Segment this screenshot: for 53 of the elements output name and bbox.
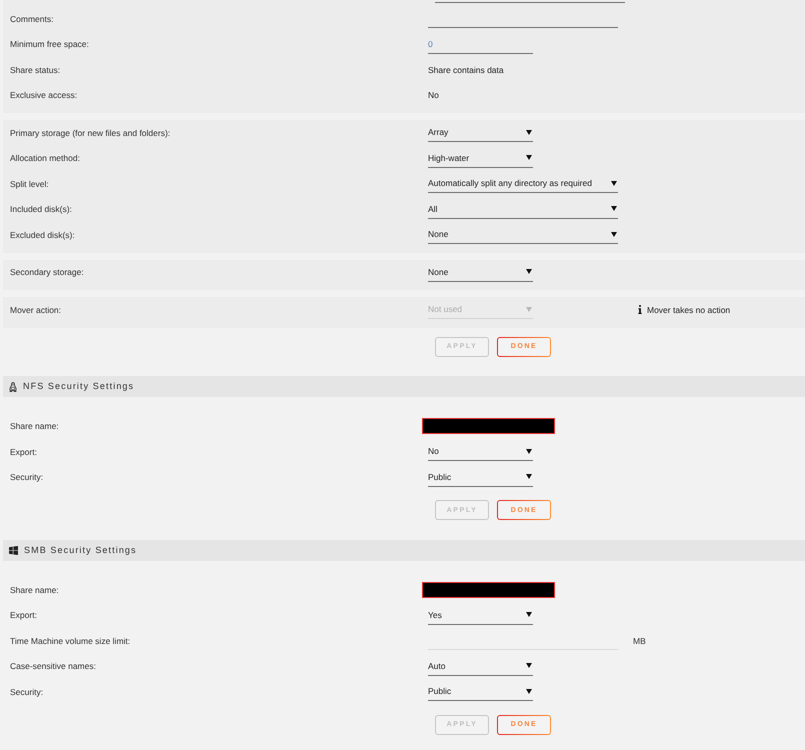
input-field[interactable]: 0 xyxy=(428,34,533,54)
caret-down-icon xyxy=(611,232,617,237)
field-label: Secondary storage: xyxy=(10,267,84,277)
dropdown[interactable]: Automatically split any directory as required xyxy=(428,174,618,194)
caret-down-icon xyxy=(526,306,532,312)
caret-down-icon xyxy=(611,206,617,212)
caret-down-icon xyxy=(526,269,532,274)
field-label: Case-sensitive names: xyxy=(10,661,96,671)
field-label: Included disk(s): xyxy=(10,204,72,214)
field-label: Minimum free space: xyxy=(10,39,89,49)
dropdown[interactable]: Public xyxy=(428,682,533,702)
caret-down-icon xyxy=(526,155,532,160)
field-label: Security: xyxy=(10,686,44,696)
dropdown[interactable]: Public xyxy=(428,468,533,487)
field-label: Comments: xyxy=(10,14,54,24)
caret-down-icon xyxy=(526,474,532,480)
dropdown[interactable]: All xyxy=(428,200,618,219)
value-text: Share contains data xyxy=(428,66,504,74)
section-title: NFS Security Settings xyxy=(23,382,134,391)
field-label: Exclusive access: xyxy=(10,90,78,100)
field-label: Time Machine volume size limit: xyxy=(10,636,130,646)
dropdown[interactable]: High-water xyxy=(428,148,533,168)
value-text: No xyxy=(428,91,439,100)
dropdown[interactable]: Array xyxy=(428,123,533,142)
field-label: Security: xyxy=(10,472,44,482)
penguin-icon xyxy=(9,382,17,392)
field-label: Allocation method: xyxy=(10,153,80,163)
section-title: SMB Security Settings xyxy=(24,546,137,554)
dropdown[interactable]: None xyxy=(428,225,618,244)
caret-down-icon xyxy=(526,663,532,668)
field-label: Excluded disk(s): xyxy=(10,230,75,240)
field-label: Mover action: xyxy=(10,304,62,314)
info-icon xyxy=(638,305,642,314)
input-field[interactable] xyxy=(435,0,625,3)
dropdown[interactable]: No xyxy=(428,442,533,462)
field-label: Export: xyxy=(10,446,37,456)
field-label: Split level: xyxy=(10,178,49,188)
dropdown[interactable]: Yes xyxy=(428,606,533,625)
field-label: Share name: xyxy=(10,421,59,431)
field-label: Primary storage (for new files and folders): xyxy=(10,128,170,138)
field-label: Export: xyxy=(10,610,37,620)
caret-down-icon xyxy=(526,130,532,135)
dropdown[interactable]: None xyxy=(428,262,533,282)
unit-label: MB xyxy=(633,636,646,645)
info-note: Mover takes no action xyxy=(647,306,730,314)
field-label: Share name: xyxy=(10,584,59,594)
field-label: Share status: xyxy=(10,64,60,74)
four-squares-icon xyxy=(9,546,18,554)
caret-down-icon xyxy=(526,448,532,454)
dropdown[interactable]: Auto xyxy=(428,656,533,676)
caret-down-icon xyxy=(611,180,617,186)
caret-down-icon xyxy=(526,612,532,618)
caret-down-icon xyxy=(526,688,532,694)
